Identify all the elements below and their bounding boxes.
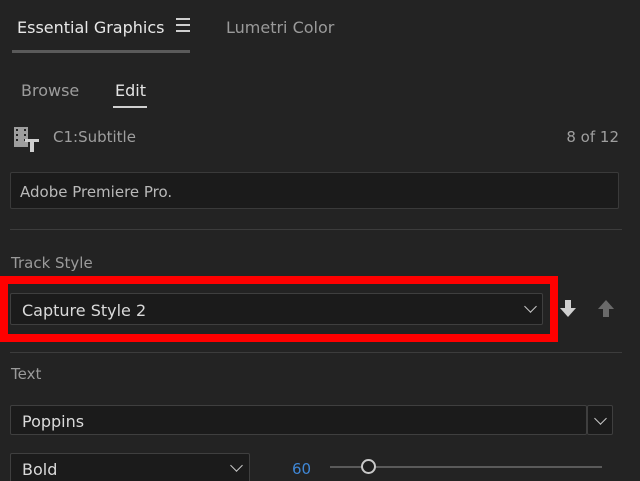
chevron-down-icon [230,459,243,472]
red-highlight-box [0,276,558,342]
subtab-edit[interactable]: Edit [115,81,146,100]
push-up-arrow-icon[interactable] [596,298,616,320]
menu-icon[interactable] [176,18,190,32]
active-subtab-underline [113,106,147,108]
tab-lumetri-color[interactable]: Lumetri Color [226,18,334,37]
font-weight-selected: Bold [22,460,58,479]
track-style-label: Track Style [11,254,93,272]
font-size-value[interactable]: 60 [292,460,311,478]
font-family-selected: Poppins [22,412,85,431]
clip-name: C1:Subtitle [53,128,136,146]
tab-essential-graphics[interactable]: Essential Graphics [17,18,164,37]
text-section-label: Text [11,365,42,383]
chevron-down-icon [594,412,607,425]
font-family-dropdown-button[interactable] [587,405,613,435]
active-tab-underline [12,50,190,53]
font-weight-dropdown[interactable]: Bold [10,453,250,481]
push-down-arrow-icon[interactable] [558,298,578,320]
font-family-dropdown[interactable]: Poppins [10,405,587,435]
subtitle-track-icon [14,127,39,152]
font-size-slider-thumb[interactable] [360,459,376,474]
text-layer-field[interactable]: Adobe Premiere Pro. [10,172,619,209]
panel-tab-bar: Essential Graphics Lumetri Color [0,0,640,56]
section-divider [10,352,622,353]
essential-graphics-panel: Essential Graphics Lumetri Color Browse … [0,0,640,481]
subtab-browse[interactable]: Browse [21,81,79,100]
section-divider [10,229,622,230]
clip-count: 8 of 12 [566,128,619,146]
